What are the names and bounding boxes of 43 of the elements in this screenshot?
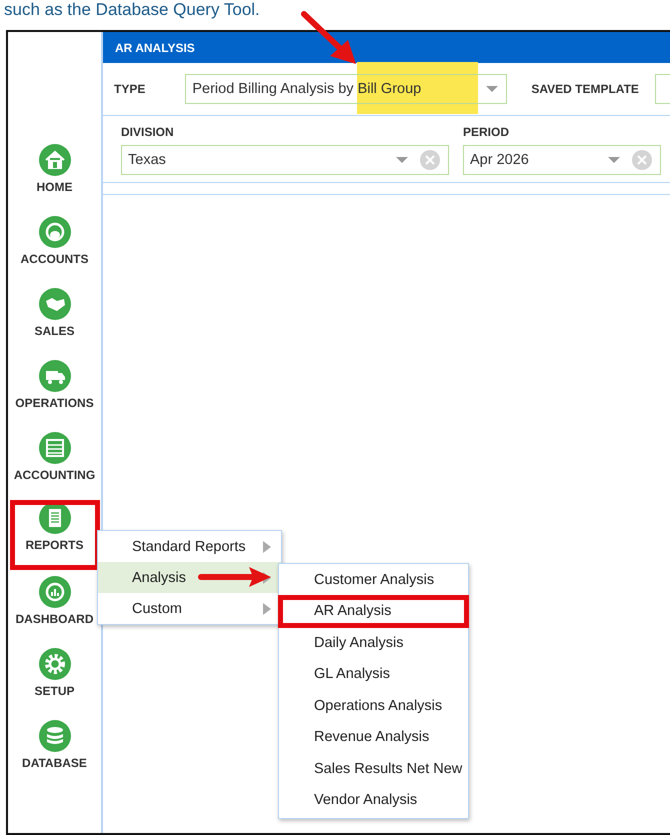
clear-icon[interactable] bbox=[632, 150, 652, 170]
menu-item[interactable]: GL Analysis bbox=[279, 658, 468, 690]
field-label: DIVISION bbox=[121, 125, 175, 139]
menu-item[interactable]: Sales Results Net New bbox=[279, 753, 468, 784]
field-label: PERIOD bbox=[463, 125, 510, 139]
truck-icon bbox=[38, 360, 70, 392]
sidebar-item[interactable]: ACCOUNTING bbox=[10, 430, 100, 502]
chart-icon bbox=[38, 576, 70, 608]
caption-text: such as the Database Query Tool. bbox=[3, 0, 261, 21]
submenu-arrow-icon bbox=[263, 540, 271, 552]
sidebar-item[interactable]: SALES bbox=[10, 286, 100, 358]
sidebar-item[interactable]: SETUP bbox=[10, 646, 100, 718]
settings-icon bbox=[38, 648, 70, 680]
menu-item[interactable]: Revenue Analysis bbox=[279, 722, 468, 753]
document-icon bbox=[38, 502, 70, 534]
sidebar-item[interactable]: HOME bbox=[10, 142, 100, 214]
submenu-arrow-icon bbox=[263, 602, 271, 614]
field-label: TYPE bbox=[114, 82, 146, 96]
caret-icon bbox=[486, 86, 498, 92]
filter-dropdown[interactable]: Texas bbox=[121, 145, 449, 175]
home-icon bbox=[38, 144, 70, 176]
sidebar-item[interactable]: OPERATIONS bbox=[10, 358, 100, 430]
menu-item[interactable]: Standard Reports bbox=[98, 531, 281, 562]
menu-item[interactable]: Daily Analysis bbox=[279, 627, 468, 658]
menu-item[interactable]: AR Analysis bbox=[279, 596, 468, 627]
caret-icon bbox=[608, 157, 620, 163]
type-dropdown[interactable]: Period Billing Analysis by Bill Group bbox=[185, 74, 508, 104]
menu-item[interactable]: Customer Analysis bbox=[279, 564, 468, 596]
sidebar-item[interactable]: DASHBOARD bbox=[10, 574, 100, 646]
sidebar-item[interactable]: REPORTS bbox=[12, 502, 98, 568]
template-dropdown[interactable] bbox=[654, 74, 670, 104]
sidebar-item[interactable]: ACCOUNTS bbox=[10, 214, 100, 286]
menu-item[interactable]: Vendor Analysis bbox=[279, 784, 468, 816]
caret-icon bbox=[396, 157, 408, 163]
filter-dropdown[interactable]: Apr 2026 bbox=[463, 145, 661, 175]
panel-title: AR ANALYSIS bbox=[115, 40, 195, 54]
sidebar-item[interactable]: DATABASE bbox=[10, 718, 100, 790]
menu-item[interactable]: Custom bbox=[98, 593, 281, 624]
menu-item[interactable]: Analysis bbox=[98, 562, 281, 593]
database-icon bbox=[38, 720, 70, 752]
clear-icon[interactable] bbox=[420, 150, 440, 170]
menu-item[interactable]: Operations Analysis bbox=[279, 690, 468, 722]
field-label: SAVED TEMPLATE bbox=[531, 82, 639, 96]
